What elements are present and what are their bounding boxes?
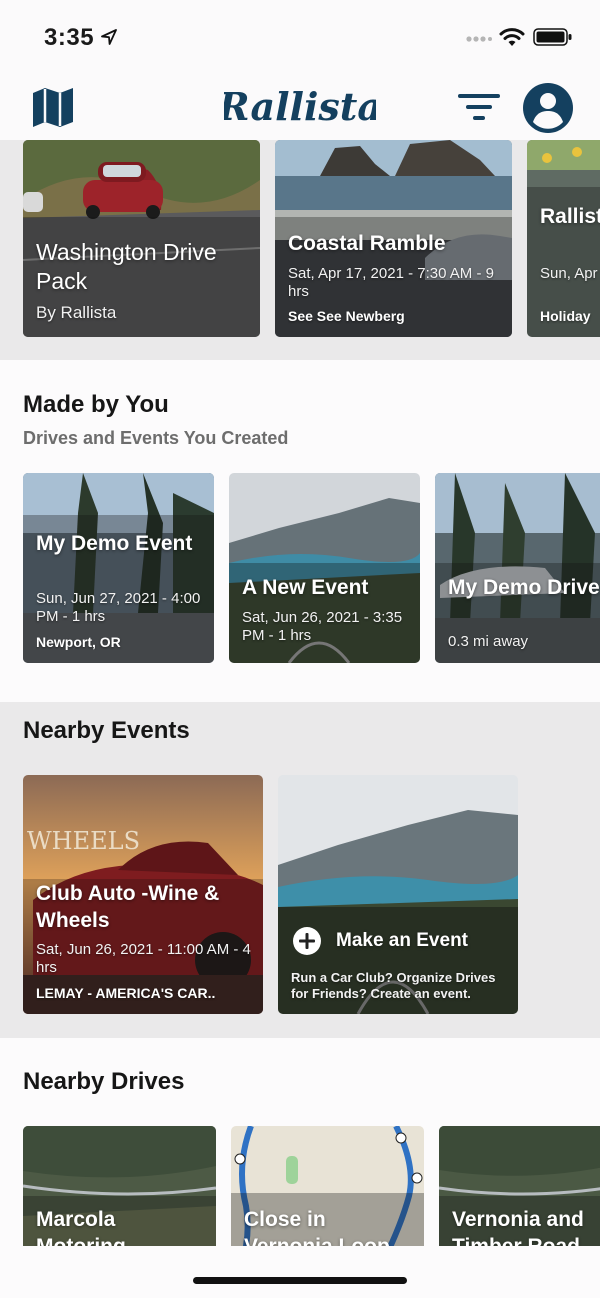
card-title: My Demo Drive [448,576,600,599]
my-event-card-demo-event[interactable]: My Demo Event Sun, Jun 27, 2021 - 4:00 P… [23,473,214,663]
make-event-label: Make an Event [336,930,468,951]
my-event-card-new-event[interactable]: A New Event Sat, Jun 26, 2021 - 3:35 PM … [229,473,420,663]
top-nav-bar: Rallista [0,76,600,140]
make-event-description: Run a Car Club? Organize Drives for Frie… [291,970,496,1001]
section-title: Made by You [23,391,169,418]
map-icon[interactable] [30,84,76,130]
card-meta: Sat, Apr 17, 2021 - 7:30 AM - 9 hrs [288,265,494,300]
section-title: Nearby Drives [23,1068,185,1095]
card-title: Rallista Team [540,205,600,228]
card-title: Washington Drive Pack [36,239,217,294]
rallista-logo: Rallista [224,84,376,129]
card-meta: Sat, Jun 26, 2021 - 3:35 PM - 1 hrs [242,609,403,644]
wifi-icon [499,28,525,46]
card-location: Holiday [540,308,591,324]
my-drive-card-demo-drive[interactable]: My Demo Drive 0.3 mi away [435,473,600,663]
drive-card-marcola[interactable]: Marcola Motoring [23,1126,216,1266]
card-title: A New Event [242,576,369,599]
card-title: Club Auto -Wine & Wheels [36,882,220,932]
location-arrow-icon [101,29,117,45]
signal-dots-icon [466,36,492,42]
section-subtitle: Drives and Events You Created [23,428,289,448]
card-meta: Sat, Jun 26, 2021 - 11:00 AM - 4 hrs [36,941,251,976]
card-meta: Sun, Jun 27, 2021 - 4:00 PM - 1 hrs [36,590,201,625]
card-location: By Rallista [36,303,117,322]
card-title: Coastal Ramble [288,232,446,255]
filter-icon[interactable] [455,86,503,130]
card-location: Newport, OR [36,634,121,650]
section-title: Nearby Events [23,717,190,744]
event-card-club-auto[interactable]: WHEELS Club Auto -Wine & Wheels Sat, Jun… [23,775,263,1014]
make-event-card[interactable]: Make an Event Run a Car Club? Organize D… [278,775,518,1014]
drive-card-vernonia-loop[interactable]: Close in Vernonia Loop [231,1126,424,1266]
featured-card-rallista-team[interactable]: Rallista Team Sun, Apr 5 hrs Holiday [527,140,600,337]
featured-card-coastal-ramble[interactable]: Coastal Ramble Sat, Apr 17, 2021 - 7:30 … [275,140,512,337]
card-location: 0.3 mi away [448,633,529,650]
battery-icon [533,28,572,46]
card-meta: Sun, Apr 5 hrs [540,265,600,282]
status-bar: 3:35 [0,0,600,76]
svg-text:Rallista: Rallista [224,84,376,129]
bottom-safe-area [0,1246,600,1298]
status-time: 3:35 [44,24,95,51]
card-location: See See Newberg [288,308,405,324]
profile-icon[interactable] [522,82,574,134]
drive-card-vernonia-timber[interactable]: Vernonia and Timber Road [439,1126,600,1266]
svg-text:WHEELS: WHEELS [27,827,140,855]
plus-circle-icon [293,927,321,955]
card-location: LEMAY - AMERICA'S CAR.. [36,985,216,1001]
featured-card-washington[interactable]: Washington Drive Pack By Rallista [23,140,260,337]
home-indicator[interactable] [193,1277,407,1284]
card-title: My Demo Event [36,532,193,555]
